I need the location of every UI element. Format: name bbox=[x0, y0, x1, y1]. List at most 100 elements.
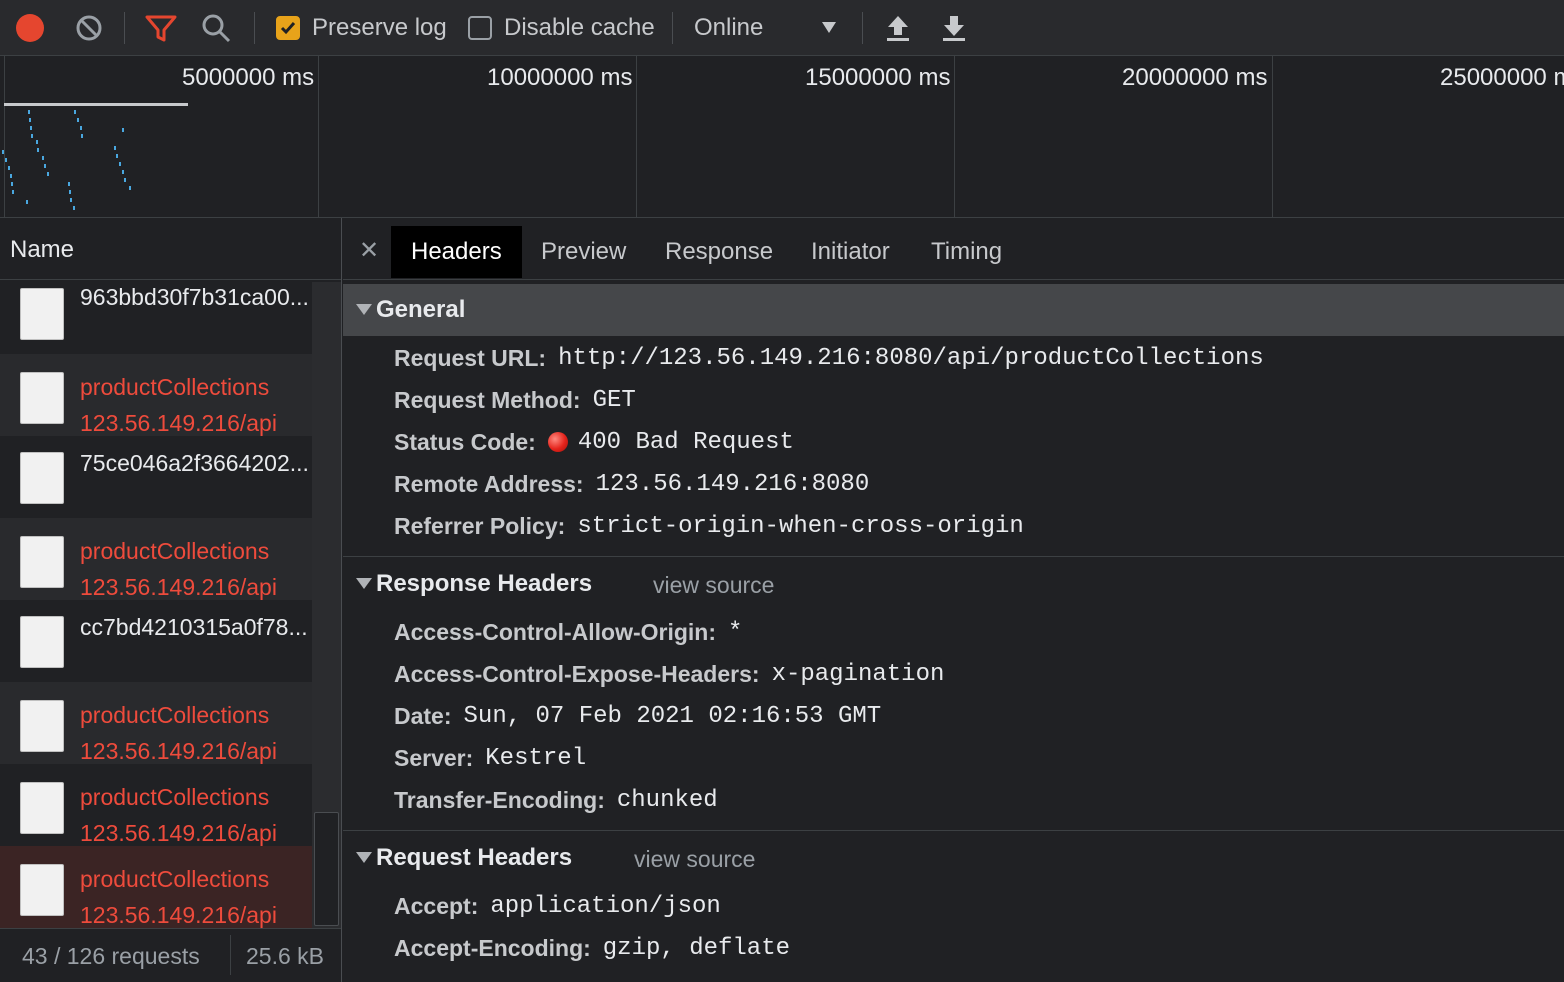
header-row: Date: Sun, 07 Feb 2021 02:16:53 GMT bbox=[394, 696, 881, 736]
header-key: Accept: bbox=[394, 892, 479, 919]
transferred-size: 25.6 kB bbox=[246, 943, 324, 969]
requests-count: 43 / 126 requests bbox=[22, 943, 200, 969]
throttling-select[interactable]: Online bbox=[694, 0, 844, 56]
request-name: 75ce046a2f3664202... bbox=[80, 450, 309, 476]
document-icon bbox=[20, 700, 64, 752]
header-value: 123.56.149.216:8080 bbox=[595, 470, 870, 498]
tab-response[interactable]: Response bbox=[645, 226, 793, 278]
view-source-link[interactable]: view source bbox=[634, 846, 755, 873]
header-row: Access-Control-Allow-Origin: * bbox=[394, 612, 742, 652]
header-key: Referrer Policy: bbox=[394, 512, 566, 539]
header-key: Request URL: bbox=[394, 344, 547, 371]
header-value: http://123.56.149.216:8080/api/productCo… bbox=[558, 344, 1264, 372]
tab-preview[interactable]: Preview bbox=[521, 226, 646, 278]
upload-icon bbox=[887, 16, 909, 41]
header-row: Accept: application/json bbox=[394, 886, 721, 926]
dropdown-arrow-icon bbox=[822, 22, 836, 33]
header-value: 400 Bad Request bbox=[577, 428, 794, 456]
preserve-log-toggle[interactable]: Preserve log bbox=[276, 0, 447, 56]
timeline-tick-label: 20000000 ms bbox=[1122, 64, 1268, 91]
close-icon[interactable]: ✕ bbox=[359, 236, 379, 265]
request-row[interactable]: cc7bd4210315a0f78... bbox=[0, 600, 312, 682]
tab-timing[interactable]: Timing bbox=[911, 226, 1022, 278]
timeline-tick-label: 10000000 ms bbox=[487, 64, 633, 91]
disclosure-triangle-icon bbox=[356, 578, 372, 589]
filter-icon bbox=[145, 15, 177, 42]
header-key: Access-Control-Allow-Origin: bbox=[394, 618, 717, 645]
section-title: General bbox=[376, 296, 466, 323]
header-row: Transfer-Encoding: chunked bbox=[394, 780, 718, 820]
request-row[interactable]: productCollections 123.56.149.216/api bbox=[0, 764, 312, 846]
request-row[interactable]: productCollections 123.56.149.216/api bbox=[0, 354, 312, 436]
section-title: Request Headers bbox=[376, 844, 573, 871]
request-row[interactable]: 75ce046a2f3664202... bbox=[0, 436, 312, 518]
header-row: Request Method: GET bbox=[394, 380, 636, 420]
tab-headers[interactable]: Headers bbox=[391, 226, 522, 278]
header-key: Remote Address: bbox=[394, 470, 584, 497]
request-waterfall-dots bbox=[2, 110, 131, 210]
import-har-button[interactable] bbox=[884, 0, 912, 56]
request-row[interactable]: productCollections 123.56.149.216/api bbox=[0, 518, 312, 600]
document-icon bbox=[20, 288, 64, 340]
document-icon bbox=[20, 616, 64, 668]
document-icon bbox=[20, 864, 64, 916]
network-status-bar: 43 / 126 requests 25.6 kB bbox=[0, 928, 341, 982]
header-value: Kestrel bbox=[485, 744, 587, 772]
request-row[interactable]: productCollections 123.56.149.216/api bbox=[0, 682, 312, 764]
timeline-tick-label: 15000000 ms bbox=[805, 64, 951, 91]
search-icon bbox=[202, 14, 231, 43]
request-row[interactable]: 963bbd30f7b31ca00... bbox=[0, 282, 312, 354]
request-row-selected[interactable]: productCollections 123.56.149.216/api bbox=[0, 846, 312, 928]
search-button[interactable] bbox=[200, 0, 232, 56]
request-name: productCollections bbox=[80, 866, 270, 892]
checkmark-icon bbox=[280, 22, 296, 35]
filter-button[interactable] bbox=[144, 0, 178, 56]
status-error-dot-icon bbox=[547, 432, 568, 452]
disable-cache-checkbox[interactable] bbox=[468, 16, 492, 40]
request-list-scrollbar-thumb[interactable] bbox=[314, 812, 339, 926]
request-headers-section-header[interactable]: Request Headers view source bbox=[343, 832, 1564, 884]
clear-icon bbox=[76, 15, 102, 41]
header-value: GET bbox=[592, 386, 636, 414]
header-value: strict-origin-when-cross-origin bbox=[577, 512, 1024, 540]
header-row: Request URL: http://123.56.149.216:8080/… bbox=[394, 338, 1264, 378]
disable-cache-toggle[interactable]: Disable cache bbox=[468, 0, 655, 56]
preserve-log-checkbox[interactable] bbox=[276, 16, 300, 40]
header-key: Server: bbox=[394, 744, 474, 771]
request-list-pane: Name 963bbd30f7b31ca00... productCollect… bbox=[0, 218, 342, 982]
request-details-pane: ✕ Headers Preview Response Initiator Tim… bbox=[343, 218, 1564, 982]
view-source-link[interactable]: view source bbox=[653, 572, 774, 599]
header-value: chunked bbox=[616, 786, 718, 814]
clear-button[interactable] bbox=[74, 0, 104, 56]
details-tabbar: ✕ Headers Preview Response Initiator Tim… bbox=[343, 218, 1564, 280]
request-name: productCollections bbox=[80, 538, 270, 564]
header-key: Request Method: bbox=[394, 386, 581, 413]
header-row: Remote Address: 123.56.149.216:8080 bbox=[394, 464, 869, 504]
header-value: * bbox=[728, 618, 743, 646]
header-key: Accept-Encoding: bbox=[394, 934, 591, 961]
request-domain: 123.56.149.216/api bbox=[80, 902, 277, 928]
tab-initiator[interactable]: Initiator bbox=[791, 226, 910, 278]
request-domain: 123.56.149.216/api bbox=[80, 738, 277, 764]
request-domain: 123.56.149.216/api bbox=[80, 410, 277, 436]
header-row: Server: Kestrel bbox=[394, 738, 586, 778]
timeline-tick-label: 25000000 ms bbox=[1440, 64, 1564, 91]
header-value: Sun, 07 Feb 2021 02:16:53 GMT bbox=[463, 702, 882, 730]
name-column-header[interactable]: Name bbox=[0, 218, 341, 280]
header-row: Referrer Policy: strict-origin-when-cros… bbox=[394, 506, 1024, 546]
record-icon bbox=[16, 14, 44, 42]
general-section-header[interactable]: General bbox=[343, 284, 1564, 336]
request-domain: 123.56.149.216/api bbox=[80, 820, 277, 846]
export-har-button[interactable] bbox=[940, 0, 968, 56]
download-icon bbox=[943, 16, 965, 41]
record-button[interactable] bbox=[16, 0, 44, 56]
header-row: Access-Control-Expose-Headers: x-paginat… bbox=[394, 654, 944, 694]
network-toolbar: Preserve log Disable cache Online bbox=[0, 0, 1564, 56]
disclosure-triangle-icon bbox=[356, 304, 372, 315]
header-value: x-pagination bbox=[771, 660, 945, 688]
response-headers-section-header[interactable]: Response Headers view source bbox=[343, 558, 1564, 610]
request-domain: 123.56.149.216/api bbox=[80, 574, 277, 600]
document-icon bbox=[20, 536, 64, 588]
header-key: Access-Control-Expose-Headers: bbox=[394, 660, 760, 687]
network-overview[interactable]: 5000000 ms 10000000 ms 15000000 ms 20000… bbox=[0, 56, 1564, 218]
